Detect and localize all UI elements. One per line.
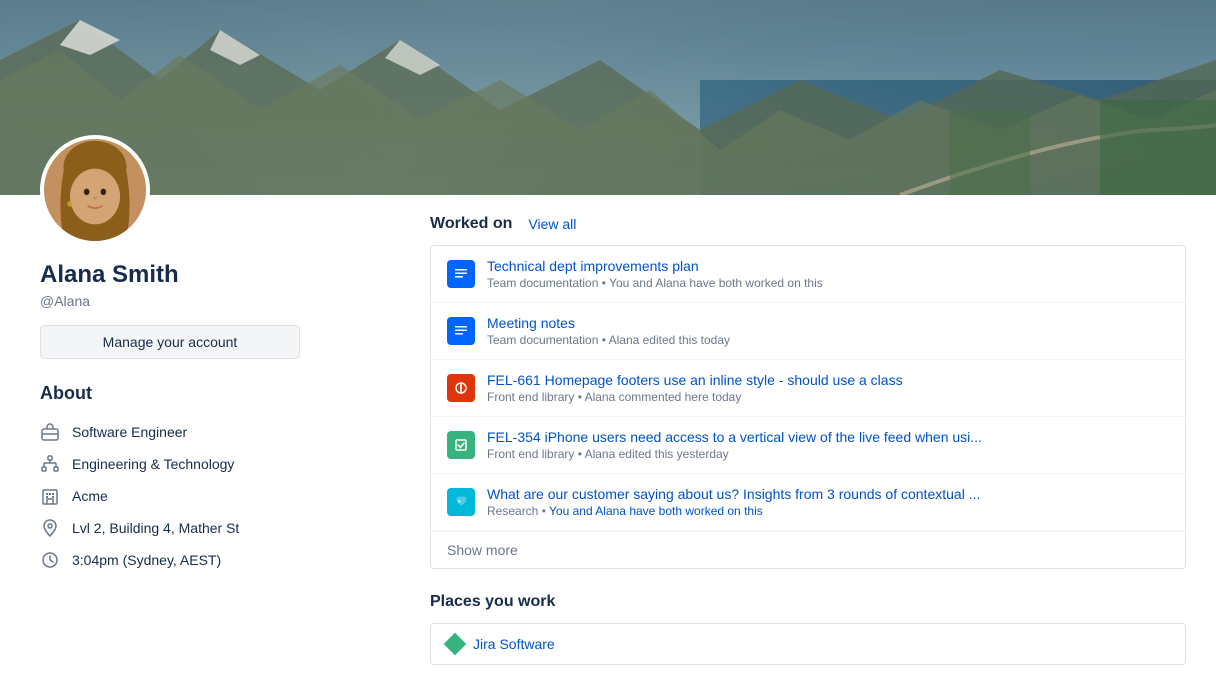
- work-item-2[interactable]: FEL-661 Homepage footers use an inline s…: [431, 360, 1185, 417]
- page-wrapper: Alana Smith @Alana Manage your account A…: [0, 0, 1216, 685]
- work-item-3[interactable]: FEL-354 iPhone users need access to a ve…: [431, 417, 1185, 474]
- pin-icon: [40, 518, 60, 538]
- about-section: About Software Engineer: [40, 383, 380, 576]
- work-title-0: Technical dept improvements plan: [487, 258, 1169, 274]
- company-text: Acme: [72, 488, 108, 504]
- location-text: Lvl 2, Building 4, Mather St: [72, 520, 239, 536]
- department-text: Engineering & Technology: [72, 456, 234, 472]
- building-icon: [40, 486, 60, 506]
- about-item-dept: Engineering & Technology: [40, 448, 380, 480]
- places-section: Places you work Jira Software: [430, 593, 1186, 665]
- view-all-link[interactable]: View all: [528, 216, 576, 232]
- work-details-2: FEL-661 Homepage footers use an inline s…: [487, 372, 1169, 404]
- work-title-3: FEL-354 iPhone users need access to a ve…: [487, 429, 1169, 445]
- work-meta-2: Front end library • Alana commented here…: [487, 390, 1169, 404]
- work-meta-1: Team documentation • Alana edited this t…: [487, 333, 1169, 347]
- work-icon-issue-1: [447, 374, 475, 402]
- manage-account-button[interactable]: Manage your account: [40, 325, 300, 359]
- worked-on-title: Worked on: [430, 215, 512, 233]
- work-icon-research: ": [447, 488, 475, 516]
- avatar-wrapper: [40, 135, 380, 245]
- job-title-text: Software Engineer: [72, 424, 187, 440]
- avatar-svg: [44, 135, 146, 245]
- work-title-2: FEL-661 Homepage footers use an inline s…: [487, 372, 1169, 388]
- about-item-location: Lvl 2, Building 4, Mather St: [40, 512, 380, 544]
- right-content: Worked on View all Technical dept improv…: [400, 195, 1216, 685]
- about-item-job: Software Engineer: [40, 416, 380, 448]
- work-details-0: Technical dept improvements plan Team do…: [487, 258, 1169, 290]
- org-chart-icon: [40, 454, 60, 474]
- work-details-4: What are our customer saying about us? I…: [487, 486, 1169, 518]
- places-card: Jira Software: [430, 623, 1186, 665]
- user-handle: @Alana: [40, 293, 380, 309]
- work-icon-doc-2: [447, 317, 475, 345]
- about-item-company: Acme: [40, 480, 380, 512]
- work-meta-3: Front end library • Alana edited this ye…: [487, 447, 1169, 461]
- avatar: [40, 135, 150, 245]
- work-meta-4: Research • You and Alana have both worke…: [487, 504, 1169, 518]
- jira-diamond-icon: [444, 633, 467, 656]
- work-meta-link-4[interactable]: You and Alana have both worked on this: [549, 504, 763, 518]
- svg-text:": ": [458, 501, 461, 508]
- about-title: About: [40, 383, 380, 404]
- show-more-button[interactable]: Show more: [431, 531, 1185, 568]
- briefcase-icon: [40, 422, 60, 442]
- work-title-4: What are our customer saying about us? I…: [487, 486, 1169, 502]
- work-title-1: Meeting notes: [487, 315, 1169, 331]
- main-content: Alana Smith @Alana Manage your account A…: [0, 195, 1216, 685]
- work-details-1: Meeting notes Team documentation • Alana…: [487, 315, 1169, 347]
- place-item-jira[interactable]: Jira Software: [431, 624, 1185, 664]
- worked-on-header: Worked on View all: [430, 215, 1186, 233]
- sidebar: Alana Smith @Alana Manage your account A…: [0, 195, 400, 685]
- about-item-time: 3:04pm (Sydney, AEST): [40, 544, 380, 576]
- worked-on-card: Technical dept improvements plan Team do…: [430, 245, 1186, 569]
- work-item-1[interactable]: Meeting notes Team documentation • Alana…: [431, 303, 1185, 360]
- place-name-jira: Jira Software: [473, 636, 555, 652]
- work-item-0[interactable]: Technical dept improvements plan Team do…: [431, 246, 1185, 303]
- work-meta-0: Team documentation • You and Alana have …: [487, 276, 1169, 290]
- time-text: 3:04pm (Sydney, AEST): [72, 552, 221, 568]
- work-icon-issue-2: [447, 431, 475, 459]
- work-details-3: FEL-354 iPhone users need access to a ve…: [487, 429, 1169, 461]
- places-title: Places you work: [430, 593, 1186, 611]
- user-name: Alana Smith: [40, 261, 380, 289]
- clock-icon: [40, 550, 60, 570]
- work-icon-doc-1: [447, 260, 475, 288]
- work-item-4[interactable]: " What are our customer saying about us?…: [431, 474, 1185, 531]
